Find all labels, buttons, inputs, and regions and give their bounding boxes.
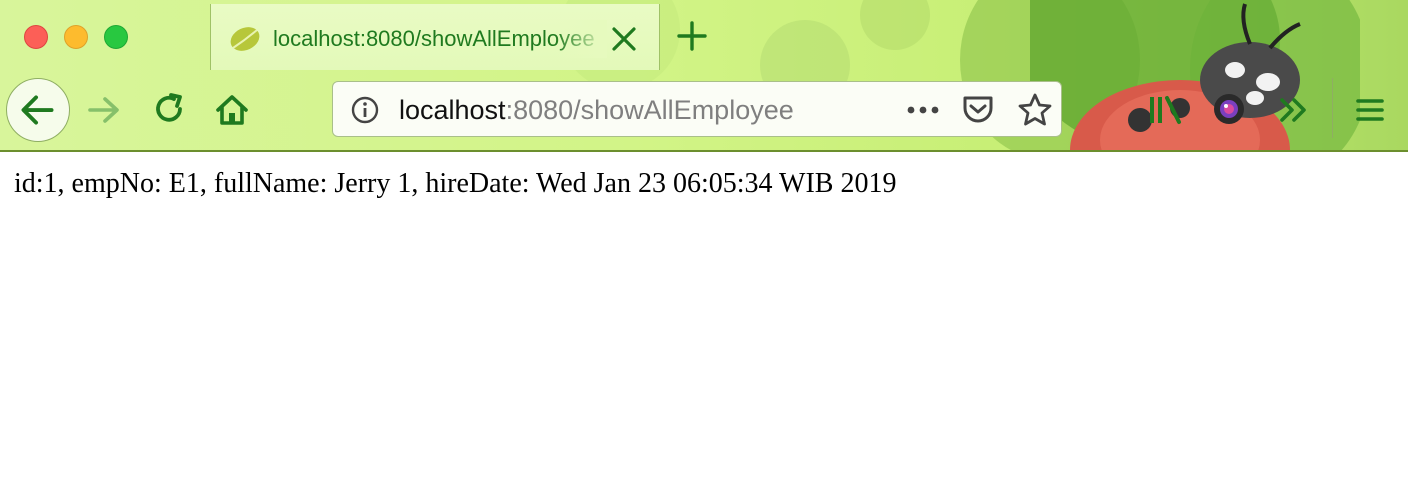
- url-bar[interactable]: localhost:8080/showAllEmployee: [332, 81, 1062, 137]
- toolbar-separator: [1332, 78, 1333, 138]
- url-path: :8080/showAllEmployee: [505, 95, 794, 125]
- star-icon[interactable]: [1017, 92, 1053, 128]
- home-icon[interactable]: [214, 92, 250, 128]
- pocket-icon[interactable]: [961, 92, 995, 126]
- reload-icon[interactable]: [152, 92, 186, 126]
- arrow-right-icon[interactable]: [86, 92, 122, 128]
- info-icon[interactable]: [349, 94, 381, 126]
- tab-title-fade: [555, 20, 607, 58]
- employee-record-text: id:1, empNo: E1, fullName: Jerry 1, hire…: [14, 168, 897, 199]
- camera-lens-icon[interactable]: [1212, 92, 1246, 126]
- new-tab-icon[interactable]: [676, 20, 708, 52]
- double-chevron-right-icon[interactable]: [1278, 94, 1310, 126]
- tab-active[interactable]: localhost:8080/showAllEmployee: [210, 4, 660, 70]
- url-host: localhost: [399, 95, 506, 125]
- spring-leaf-icon: [230, 27, 260, 51]
- tab-close-icon[interactable]: [609, 24, 639, 54]
- more-dots-icon[interactable]: [905, 94, 941, 126]
- window-maximize-button[interactable]: [104, 25, 128, 49]
- navigation-toolbar: localhost:8080/showAllEmployee: [0, 70, 1408, 150]
- arrow-left-icon: [21, 95, 54, 125]
- window-minimize-button[interactable]: [64, 25, 88, 49]
- url-text[interactable]: localhost:8080/showAllEmployee: [399, 93, 794, 127]
- back-button[interactable]: [6, 78, 70, 142]
- library-icon[interactable]: [1148, 94, 1182, 126]
- hamburger-menu-icon[interactable]: [1354, 94, 1386, 126]
- browser-chrome: localhost:8080/showAllEmployee localhost…: [0, 0, 1408, 152]
- tab-strip: localhost:8080/showAllEmployee: [0, 0, 1408, 70]
- window-close-button[interactable]: [24, 25, 48, 49]
